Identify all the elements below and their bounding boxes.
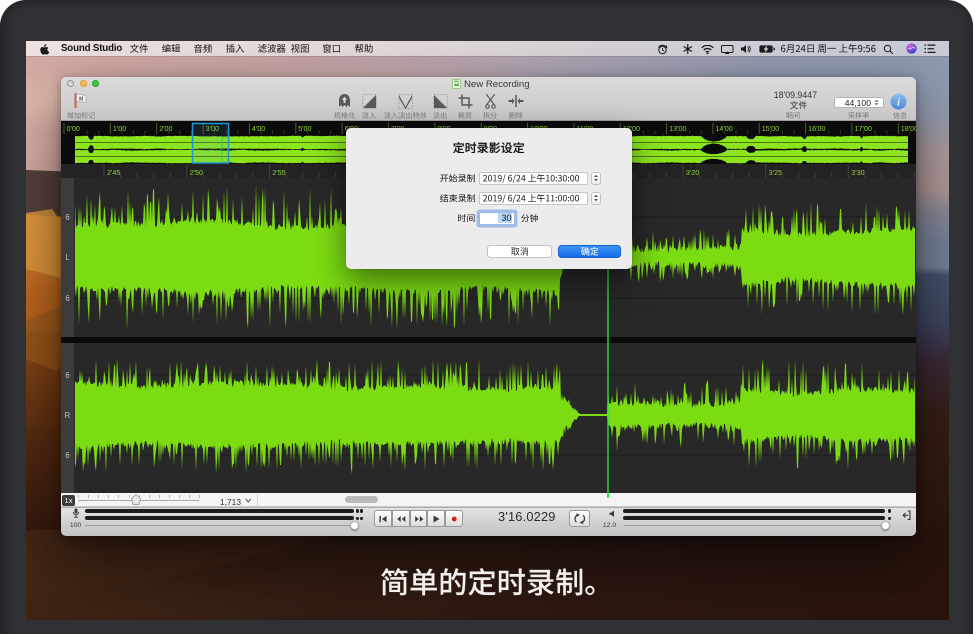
svg-text:2'00: 2'00 xyxy=(159,124,172,133)
svg-text:6: 6 xyxy=(65,451,69,460)
svg-text:3'20: 3'20 xyxy=(686,168,699,177)
svg-text:2'45: 2'45 xyxy=(107,168,120,177)
svg-text:5'00: 5'00 xyxy=(298,124,311,133)
svg-text:18'00: 18'00 xyxy=(901,124,916,133)
svg-text:6: 6 xyxy=(65,294,69,303)
svg-text:0'00: 0'00 xyxy=(67,124,80,133)
svg-text:L: L xyxy=(65,253,70,262)
svg-text:i: i xyxy=(897,97,900,108)
svg-text:2'55: 2'55 xyxy=(272,168,285,177)
svg-text:15'00: 15'00 xyxy=(762,124,779,133)
svg-text:6: 6 xyxy=(65,213,69,222)
svg-text:4'00: 4'00 xyxy=(252,124,265,133)
svg-text:16'00: 16'00 xyxy=(808,124,825,133)
svg-text:3'25: 3'25 xyxy=(769,168,782,177)
svg-text:1'00: 1'00 xyxy=(113,124,126,133)
svg-text:13'00: 13'00 xyxy=(669,124,686,133)
svg-text:R: R xyxy=(65,411,71,420)
svg-text:2'50: 2'50 xyxy=(190,168,203,177)
svg-text:14'00: 14'00 xyxy=(715,124,732,133)
svg-text:M: M xyxy=(79,96,83,102)
svg-text:17'00: 17'00 xyxy=(855,124,872,133)
svg-text:3'30: 3'30 xyxy=(851,168,864,177)
svg-text:6: 6 xyxy=(65,371,69,380)
